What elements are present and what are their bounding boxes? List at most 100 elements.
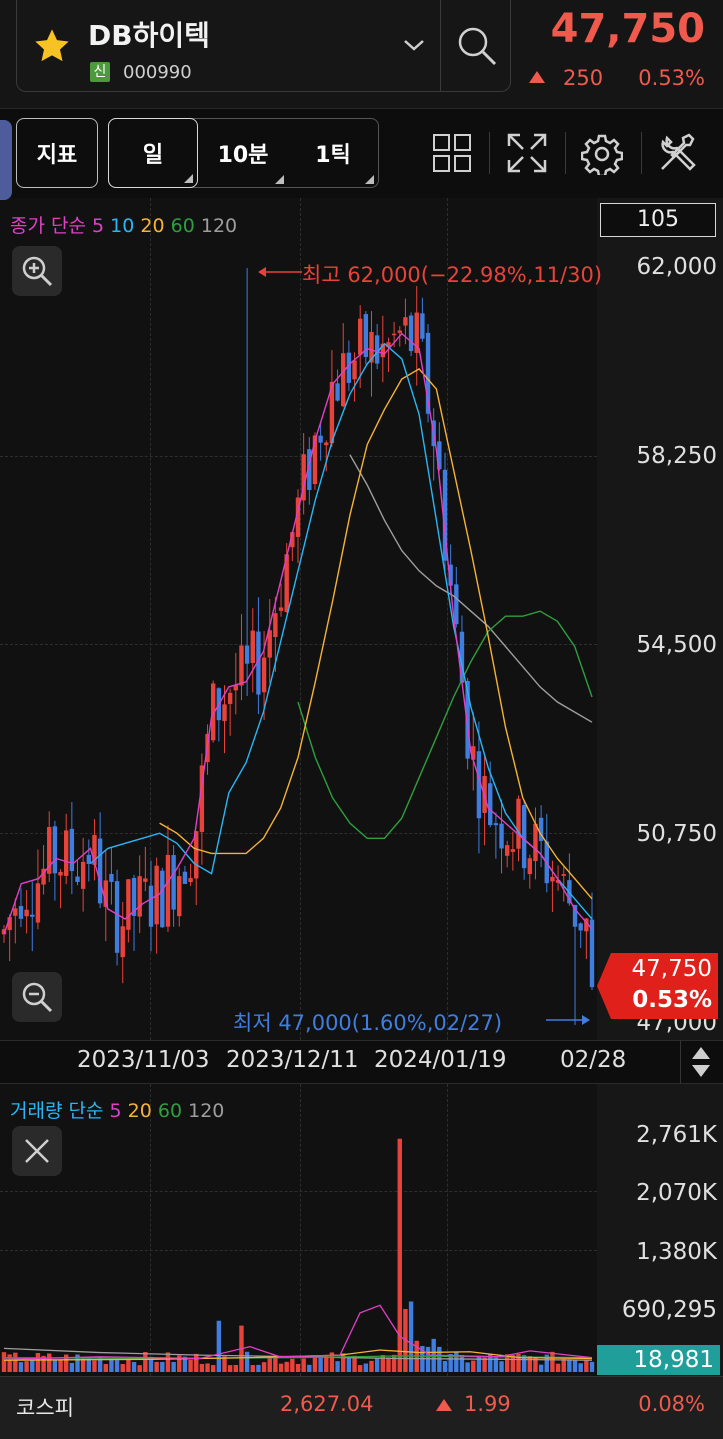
candle-body bbox=[403, 317, 408, 326]
candle-body bbox=[521, 805, 527, 869]
period-tick-label: 1틱 bbox=[315, 143, 351, 168]
period-10min-label: 10분 bbox=[217, 143, 269, 168]
sort-arrows-icon[interactable] bbox=[690, 1045, 712, 1079]
volume-bar bbox=[103, 1364, 108, 1372]
candle-body bbox=[114, 881, 120, 953]
candle-body bbox=[160, 870, 165, 928]
candle-body bbox=[499, 823, 504, 849]
ma5-line bbox=[3, 332, 593, 935]
current-price-tag: 47,750 0.53% bbox=[597, 953, 718, 1019]
up-triangle-icon bbox=[436, 1399, 452, 1411]
volume-bar bbox=[459, 1354, 465, 1372]
current-volume-tag: 18,981 bbox=[597, 1345, 720, 1375]
volume-bar bbox=[374, 1358, 380, 1372]
candle-body bbox=[18, 905, 24, 919]
volume-bar bbox=[442, 1360, 448, 1372]
volume-chart-canvas[interactable] bbox=[0, 1084, 597, 1376]
volume-bar bbox=[143, 1352, 148, 1372]
volume-bar bbox=[154, 1361, 159, 1372]
candle-body bbox=[250, 630, 255, 664]
volume-bar bbox=[131, 1362, 137, 1372]
period-10min-button[interactable]: 10분 bbox=[198, 118, 288, 188]
candle-body bbox=[35, 883, 41, 923]
volume-bar bbox=[69, 1362, 75, 1372]
search-icon[interactable] bbox=[455, 24, 499, 68]
candle-body bbox=[318, 435, 323, 443]
volume-bar bbox=[284, 1361, 289, 1372]
candle-body bbox=[516, 798, 521, 849]
candle-body bbox=[397, 330, 402, 333]
search-divider bbox=[440, 0, 441, 92]
index-rate: 0.08% bbox=[638, 1392, 705, 1416]
candle-body bbox=[244, 645, 250, 664]
candle-body bbox=[75, 876, 80, 883]
volume-bar bbox=[35, 1352, 41, 1372]
volume-bar bbox=[250, 1365, 255, 1372]
volume-bar bbox=[578, 1363, 583, 1372]
fullscreen-icon[interactable] bbox=[506, 132, 548, 174]
candle-body bbox=[324, 442, 329, 446]
tools-icon[interactable] bbox=[657, 132, 699, 174]
candle-body bbox=[561, 874, 566, 876]
volume-bar bbox=[109, 1359, 114, 1372]
period-tick-button[interactable]: 1틱 bbox=[288, 118, 378, 188]
volume-bar bbox=[126, 1358, 131, 1372]
index-change: 1.99 bbox=[464, 1392, 511, 1416]
volume-bar bbox=[386, 1357, 391, 1372]
volume-bar bbox=[476, 1355, 482, 1372]
price-change: 250 bbox=[563, 66, 604, 90]
candle-body bbox=[63, 830, 69, 876]
volume-bar bbox=[357, 1365, 363, 1372]
volume-bar bbox=[584, 1360, 589, 1372]
candle-body bbox=[227, 692, 233, 704]
credit-badge: 신 bbox=[90, 62, 110, 82]
star-icon[interactable] bbox=[32, 26, 72, 66]
candle-body bbox=[182, 871, 188, 884]
gear-icon[interactable] bbox=[581, 133, 623, 175]
date-label: 2023/12/11 bbox=[226, 1047, 359, 1073]
candle-body bbox=[341, 353, 346, 407]
candle-body bbox=[352, 360, 357, 380]
price-chart-canvas[interactable] bbox=[0, 198, 597, 1040]
toolbar-divider bbox=[565, 132, 566, 174]
volume-bar bbox=[205, 1363, 210, 1372]
price-axis-label: 62,000 bbox=[636, 254, 717, 280]
volume-bar bbox=[227, 1365, 233, 1372]
volume-bar bbox=[567, 1359, 572, 1372]
grid-layout-icon[interactable] bbox=[432, 133, 472, 173]
volume-bar bbox=[499, 1361, 504, 1372]
volume-bar bbox=[363, 1363, 369, 1372]
candle-body bbox=[177, 876, 182, 917]
candle-body bbox=[120, 926, 125, 958]
indicator-button[interactable]: 지표 bbox=[16, 118, 98, 188]
candle-body bbox=[126, 879, 131, 930]
low-annotation: 최저 47,000(1.60%,02/27) bbox=[233, 1011, 503, 1035]
visible-count-box[interactable]: 105 bbox=[600, 203, 716, 237]
toolbar-divider bbox=[489, 132, 490, 174]
index-value: 2,627.04 bbox=[280, 1392, 374, 1416]
up-triangle-icon bbox=[529, 71, 545, 83]
candle-body bbox=[527, 858, 533, 875]
current-price-tag-value: 47,750 bbox=[631, 956, 712, 982]
candle-body bbox=[589, 919, 595, 988]
ma20-line bbox=[159, 368, 593, 900]
volume-bar bbox=[13, 1352, 18, 1372]
volume-bar bbox=[194, 1353, 199, 1372]
price-axis-label: 58,250 bbox=[636, 443, 717, 469]
candle-body bbox=[420, 313, 425, 339]
volume-bar bbox=[216, 1320, 222, 1372]
chevron-down-icon[interactable] bbox=[402, 36, 426, 54]
side-drawer-handle[interactable] bbox=[0, 120, 12, 200]
volume-bar bbox=[301, 1358, 306, 1372]
candle-body bbox=[391, 333, 397, 336]
period-day-button[interactable]: 일 bbox=[108, 118, 198, 188]
toolbar-divider bbox=[641, 132, 642, 174]
volume-bar bbox=[18, 1362, 24, 1372]
stock-name: DB하이텍 bbox=[88, 19, 210, 52]
price-axis-label: 50,750 bbox=[636, 821, 717, 847]
candle-body bbox=[488, 783, 493, 826]
date-label: 2023/11/03 bbox=[77, 1047, 210, 1073]
volume-bar bbox=[114, 1360, 120, 1372]
candle-body bbox=[454, 584, 459, 625]
sort-divider bbox=[680, 1040, 681, 1084]
